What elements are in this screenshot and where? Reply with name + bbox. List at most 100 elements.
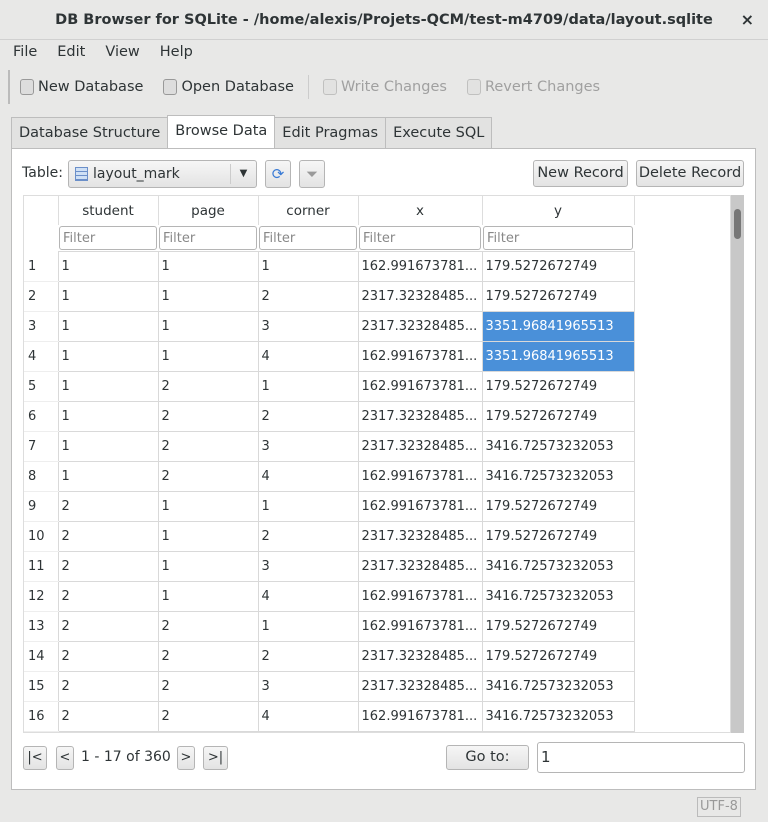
cell-page[interactable]: 1 xyxy=(157,581,259,612)
delete-record-button[interactable]: Delete Record xyxy=(636,160,744,187)
cell-y[interactable] xyxy=(481,731,635,732)
cell-corner[interactable] xyxy=(257,731,359,732)
table-row[interactable]: 13 2 2 1 162.991673781... 179.5272672749 xyxy=(24,611,635,642)
cell-y[interactable]: 179.5272672749 xyxy=(481,371,635,402)
cell-y[interactable]: 3416.72573232053 xyxy=(481,431,635,462)
cell-page[interactable]: 2 xyxy=(157,701,259,732)
row-number[interactable]: 4 xyxy=(24,341,58,372)
cell-y[interactable]: 179.5272672749 xyxy=(481,491,635,522)
cell-corner[interactable]: 3 xyxy=(257,431,359,462)
cell-corner[interactable]: 2 xyxy=(257,401,359,432)
cell-y[interactable]: 179.5272672749 xyxy=(481,251,635,282)
cell-x[interactable]: 2317.32328485... xyxy=(357,401,483,432)
open-database-button[interactable]: Open Database xyxy=(153,79,304,95)
new-record-button[interactable]: New Record xyxy=(533,160,628,187)
cell-x[interactable]: 162.991673781... xyxy=(357,581,483,612)
tab-browse-data[interactable]: Browse Data xyxy=(167,115,276,148)
table-row-partial[interactable] xyxy=(24,731,635,732)
cell-y[interactable]: 3351.96841965513 xyxy=(481,341,635,372)
table-row[interactable]: 7 1 2 3 2317.32328485... 3416.72573232053 xyxy=(24,431,635,462)
cell-y[interactable]: 179.5272672749 xyxy=(481,521,635,552)
go-to-input[interactable]: 1 xyxy=(537,742,745,773)
table-row[interactable]: 2 1 1 2 2317.32328485... 179.5272672749 xyxy=(24,281,635,312)
cell-x[interactable]: 2317.32328485... xyxy=(357,521,483,552)
cell-corner[interactable]: 1 xyxy=(257,491,359,522)
cell-corner[interactable]: 1 xyxy=(257,371,359,402)
table-row[interactable]: 3 1 1 3 2317.32328485... 3351.96841965513 xyxy=(24,311,635,342)
column-header-corner[interactable]: corner xyxy=(258,196,359,225)
cell-x[interactable]: 2317.32328485... xyxy=(357,281,483,312)
cell-page[interactable]: 1 xyxy=(157,311,259,342)
cell-student[interactable]: 1 xyxy=(57,311,159,342)
cell-x[interactable]: 162.991673781... xyxy=(357,461,483,492)
table-row[interactable]: 6 1 2 2 2317.32328485... 179.5272672749 xyxy=(24,401,635,432)
table-row[interactable]: 5 1 2 1 162.991673781... 179.5272672749 xyxy=(24,371,635,402)
cell-y[interactable]: 3416.72573232053 xyxy=(481,551,635,582)
cell-student[interactable]: 1 xyxy=(57,371,159,402)
filter-y-input[interactable] xyxy=(483,226,633,250)
cell-x[interactable]: 2317.32328485... xyxy=(357,311,483,342)
filter-student-input[interactable] xyxy=(59,226,157,250)
cell-student[interactable] xyxy=(57,731,159,732)
cell-student[interactable]: 2 xyxy=(57,701,159,732)
cell-corner[interactable]: 2 xyxy=(257,521,359,552)
row-number[interactable]: 7 xyxy=(24,431,58,462)
cell-corner[interactable]: 4 xyxy=(257,701,359,732)
row-number[interactable]: 2 xyxy=(24,281,58,312)
cell-student[interactable]: 1 xyxy=(57,251,159,282)
cell-x[interactable]: 2317.32328485... xyxy=(357,641,483,672)
cell-page[interactable]: 1 xyxy=(157,251,259,282)
cell-corner[interactable]: 3 xyxy=(257,551,359,582)
cell-page[interactable]: 1 xyxy=(157,281,259,312)
row-number[interactable]: 9 xyxy=(24,491,58,522)
clear-filters-button[interactable]: ⏷ xyxy=(299,160,325,188)
first-page-button[interactable]: |< xyxy=(23,746,47,770)
next-page-button[interactable]: > xyxy=(177,746,195,770)
cell-y[interactable]: 179.5272672749 xyxy=(481,281,635,312)
row-number[interactable]: 6 xyxy=(24,401,58,432)
write-changes-button[interactable]: Write Changes xyxy=(313,79,457,95)
vertical-scrollbar[interactable] xyxy=(731,195,744,733)
row-number[interactable]: 14 xyxy=(24,641,58,672)
cell-corner[interactable]: 4 xyxy=(257,461,359,492)
table-row[interactable]: 9 2 1 1 162.991673781... 179.5272672749 xyxy=(24,491,635,522)
row-number[interactable]: 3 xyxy=(24,311,58,342)
filter-page-input[interactable] xyxy=(159,226,257,250)
cell-page[interactable]: 1 xyxy=(157,491,259,522)
cell-y[interactable]: 179.5272672749 xyxy=(481,641,635,672)
tab-execute-sql[interactable]: Execute SQL xyxy=(385,117,493,148)
row-number[interactable] xyxy=(24,731,58,732)
cell-x[interactable]: 162.991673781... xyxy=(357,611,483,642)
go-to-button[interactable]: Go to: xyxy=(446,745,529,770)
table-select[interactable]: layout_mark ▼ xyxy=(68,160,257,188)
cell-x[interactable]: 2317.32328485... xyxy=(357,431,483,462)
cell-x[interactable]: 2317.32328485... xyxy=(357,551,483,582)
cell-y[interactable]: 3416.72573232053 xyxy=(481,461,635,492)
row-number[interactable]: 12 xyxy=(24,581,58,612)
cell-corner[interactable]: 2 xyxy=(257,281,359,312)
cell-x[interactable]: 162.991673781... xyxy=(357,341,483,372)
cell-page[interactable]: 2 xyxy=(157,401,259,432)
last-page-button[interactable]: >| xyxy=(203,746,228,770)
row-number[interactable]: 10 xyxy=(24,521,58,552)
table-row[interactable]: 1 1 1 1 162.991673781... 179.5272672749 xyxy=(24,251,635,282)
close-icon[interactable]: × xyxy=(741,0,754,40)
cell-corner[interactable]: 3 xyxy=(257,311,359,342)
cell-student[interactable]: 2 xyxy=(57,491,159,522)
tab-database-structure[interactable]: Database Structure xyxy=(11,117,169,148)
cell-page[interactable]: 1 xyxy=(157,521,259,552)
cell-student[interactable]: 1 xyxy=(57,431,159,462)
table-row[interactable]: 8 1 2 4 162.991673781... 3416.72573232053 xyxy=(24,461,635,492)
row-number[interactable]: 15 xyxy=(24,671,58,702)
cell-student[interactable]: 1 xyxy=(57,461,159,492)
cell-student[interactable]: 2 xyxy=(57,671,159,702)
filter-x-input[interactable] xyxy=(359,226,481,250)
cell-student[interactable]: 2 xyxy=(57,551,159,582)
cell-page[interactable]: 2 xyxy=(157,611,259,642)
cell-student[interactable]: 1 xyxy=(57,281,159,312)
cell-corner[interactable]: 2 xyxy=(257,641,359,672)
cell-y[interactable]: 3416.72573232053 xyxy=(481,671,635,702)
cell-x[interactable]: 2317.32328485... xyxy=(357,671,483,702)
cell-student[interactable]: 2 xyxy=(57,581,159,612)
cell-corner[interactable]: 1 xyxy=(257,251,359,282)
